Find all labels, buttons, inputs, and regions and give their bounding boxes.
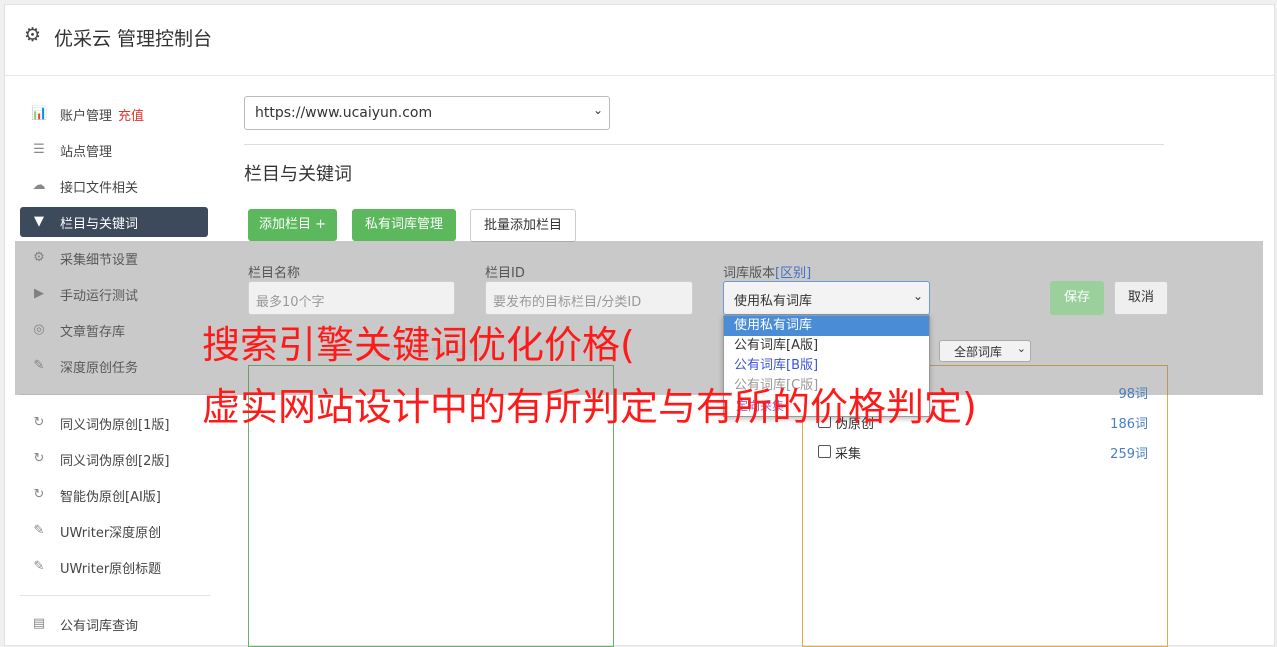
keyword-group-count: 186词	[1110, 417, 1148, 432]
sidebar-item-sites[interactable]: ☰ 站点管理	[20, 135, 208, 165]
site-select-value: https://www.ucaiyun.com	[255, 105, 433, 121]
sidebar-item-label: 同义词伪原创[2版]	[60, 454, 170, 469]
column-id-placeholder: 要发布的目标栏目/分类ID	[493, 295, 642, 310]
edit-icon: ✎	[33, 559, 45, 574]
keyword-group-row[interactable]: 采集 259词	[818, 443, 1148, 462]
chevron-down-icon: ⌄	[1016, 342, 1026, 355]
column-name-placeholder: 最多10个字	[256, 295, 325, 310]
dropdown-option[interactable]: 公有词库[B版]	[724, 356, 929, 376]
column-id-label: 栏目ID	[485, 266, 525, 281]
filter-icon: ▼	[34, 214, 44, 229]
sidebar-item-columns-keywords[interactable]: ▼ 栏目与关键词	[20, 207, 208, 237]
dropdown-option[interactable]: 使用私有词库	[724, 316, 929, 336]
refresh-icon: ↻	[33, 487, 45, 502]
sidebar-item-label: 站点管理	[60, 145, 113, 160]
gear-icon: ⚙	[24, 24, 42, 46]
keyword-group-count: 259词	[1110, 447, 1148, 462]
book-icon: ▤	[32, 616, 46, 631]
difference-link[interactable]: [区别]	[775, 266, 811, 281]
sidebar-item-account[interactable]: 📊 账户管理 充值	[20, 99, 208, 129]
column-name-label: 栏目名称	[248, 266, 301, 281]
sidebar-item-label: 接口文件相关	[60, 181, 139, 196]
sidebar-item-public-lib-query[interactable]: ▤ 公有词库查询	[20, 609, 208, 639]
save-button[interactable]: 保存	[1050, 281, 1104, 315]
bar-chart-icon: 📊	[31, 106, 48, 121]
sidebar-item-label: UWriter深度原创	[60, 526, 162, 541]
lib-version-select[interactable]: 使用私有词库 ⌄	[723, 281, 930, 315]
header: ⚙ 优采云 管理控制台	[5, 5, 1274, 76]
cancel-button[interactable]: 取消	[1114, 281, 1168, 315]
sidebar-divider	[20, 595, 210, 596]
lib-version-value: 使用私有词库	[734, 294, 813, 309]
keyword-group-name: 采集	[835, 447, 862, 462]
sidebar-item-ai-rewrite[interactable]: ↻ 智能伪原创[AI版]	[20, 480, 208, 510]
refresh-icon: ↻	[33, 451, 45, 466]
sidebar-item-uwriter-deep[interactable]: ✎ UWriter深度原创	[20, 516, 208, 546]
modal-overlay	[15, 241, 1263, 395]
all-libs-value: 全部词库	[954, 345, 1003, 359]
sidebar-item-label: 智能伪原创[AI版]	[60, 490, 161, 505]
add-column-button[interactable]: 添加栏目 +	[248, 209, 337, 241]
keyword-group-count: 98词	[1118, 387, 1148, 402]
lib-version-label: 词库版本[区别]	[723, 266, 812, 281]
keyword-group-checkbox[interactable]	[818, 445, 831, 458]
private-lib-button[interactable]: 私有词库管理	[352, 209, 456, 241]
sidebar-item-label: 公有词库查询	[60, 619, 139, 634]
batch-add-button[interactable]: 批量添加栏目	[470, 209, 576, 242]
column-name-input[interactable]: 最多10个字	[248, 281, 455, 315]
site-select[interactable]: https://www.ucaiyun.com ⌄	[244, 96, 610, 130]
sidebar-item-label: 账户管理	[60, 109, 113, 124]
cloud-upload-icon: ☁	[32, 178, 46, 193]
chevron-down-icon: ⌄	[592, 103, 603, 117]
dropdown-option[interactable]: 公有词库[A版]	[724, 336, 929, 356]
sidebar-item-synonym-v2[interactable]: ↻ 同义词伪原创[2版]	[20, 444, 208, 474]
sidebar-item-uwriter-title[interactable]: ✎ UWriter原创标题	[20, 552, 208, 582]
chevron-down-icon: ⌄	[912, 289, 923, 303]
refresh-icon: ↻	[33, 415, 45, 430]
all-libs-select[interactable]: 全部词库 ⌄	[939, 340, 1031, 362]
watermark-line-1: 搜索引擎关键词优化价格(	[202, 323, 635, 367]
sidebar-item-interface-files[interactable]: ☁ 接口文件相关	[20, 171, 208, 201]
sidebar-item-label: 栏目与关键词	[60, 217, 139, 232]
edit-icon: ✎	[33, 523, 45, 538]
recharge-link[interactable]: 充值	[118, 109, 144, 124]
divider	[244, 144, 1164, 145]
app-title: 优采云 管理控制台	[54, 28, 213, 50]
server-icon: ☰	[33, 142, 45, 157]
sidebar-item-label: UWriter原创标题	[60, 562, 162, 577]
sidebar-item-label: 同义词伪原创[1版]	[60, 418, 170, 433]
watermark-line-2: 虚实网站设计中的有所判定与有所的价格判定)	[202, 385, 977, 429]
section-title: 栏目与关键词	[244, 164, 352, 185]
column-id-input[interactable]: 要发布的目标栏目/分类ID	[485, 281, 693, 315]
sidebar-item-synonym-v1[interactable]: ↻ 同义词伪原创[1版]	[20, 408, 208, 438]
